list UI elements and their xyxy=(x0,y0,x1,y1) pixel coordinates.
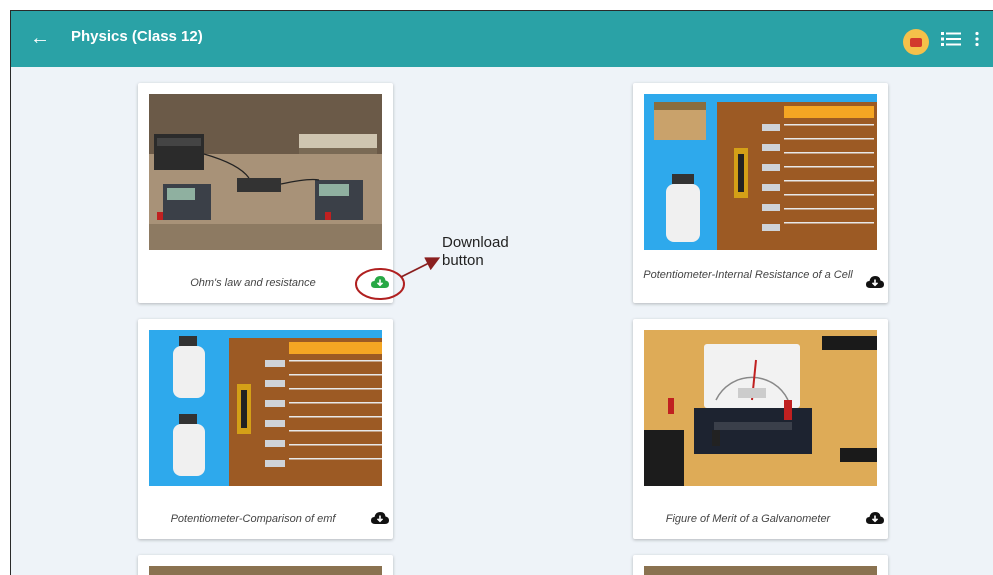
card-caption: Figure of Merit of a Galvanometer xyxy=(665,513,831,525)
page-title: Physics (Class 12) xyxy=(71,28,203,45)
potentiometer-thumbnail xyxy=(644,94,877,250)
galvanometer-thumbnail xyxy=(644,330,877,486)
cloud-download-icon[interactable] xyxy=(866,511,884,525)
experiment-card-ohms-law[interactable]: Ohm's law and resistance xyxy=(138,83,405,303)
card-caption: Ohm's law and resistance xyxy=(190,277,316,289)
cloud-download-icon[interactable] xyxy=(371,511,389,525)
experiment-card-partial-left[interactable] xyxy=(138,555,393,575)
app-bar: ← Physics (Class 12) xyxy=(11,11,993,67)
potentiometer-comparison-thumbnail xyxy=(149,330,382,486)
annotation-line-2: button xyxy=(442,252,484,269)
experiment-card-galvanometer[interactable]: Figure of Merit of a Galvanometer xyxy=(633,319,888,539)
card-caption: Potentiometer-Internal Resistance of a C… xyxy=(643,269,853,281)
cloud-download-icon[interactable] xyxy=(866,275,884,289)
back-arrow-icon[interactable]: ← xyxy=(27,25,53,51)
more-vert-icon[interactable] xyxy=(969,31,985,47)
list-view-icon[interactable] xyxy=(941,31,961,47)
experiment-card-potentiometer-comparison[interactable]: Potentiometer-Comparison of emf xyxy=(138,319,393,539)
experiment-card-potentiometer-internal-resistance[interactable]: Potentiometer-Internal Resistance of a C… xyxy=(633,83,888,303)
avatar[interactable] xyxy=(903,29,929,55)
app-window: ← Physics (Class 12) Ohm's law and resis… xyxy=(10,10,993,575)
annotation-line-1: Download xyxy=(442,234,509,251)
experiment-card-partial-right[interactable] xyxy=(633,555,888,575)
annotation-label: Download button xyxy=(442,234,509,270)
card-caption: Potentiometer-Comparison of emf xyxy=(170,513,336,525)
ohms-law-thumbnail xyxy=(149,94,382,250)
